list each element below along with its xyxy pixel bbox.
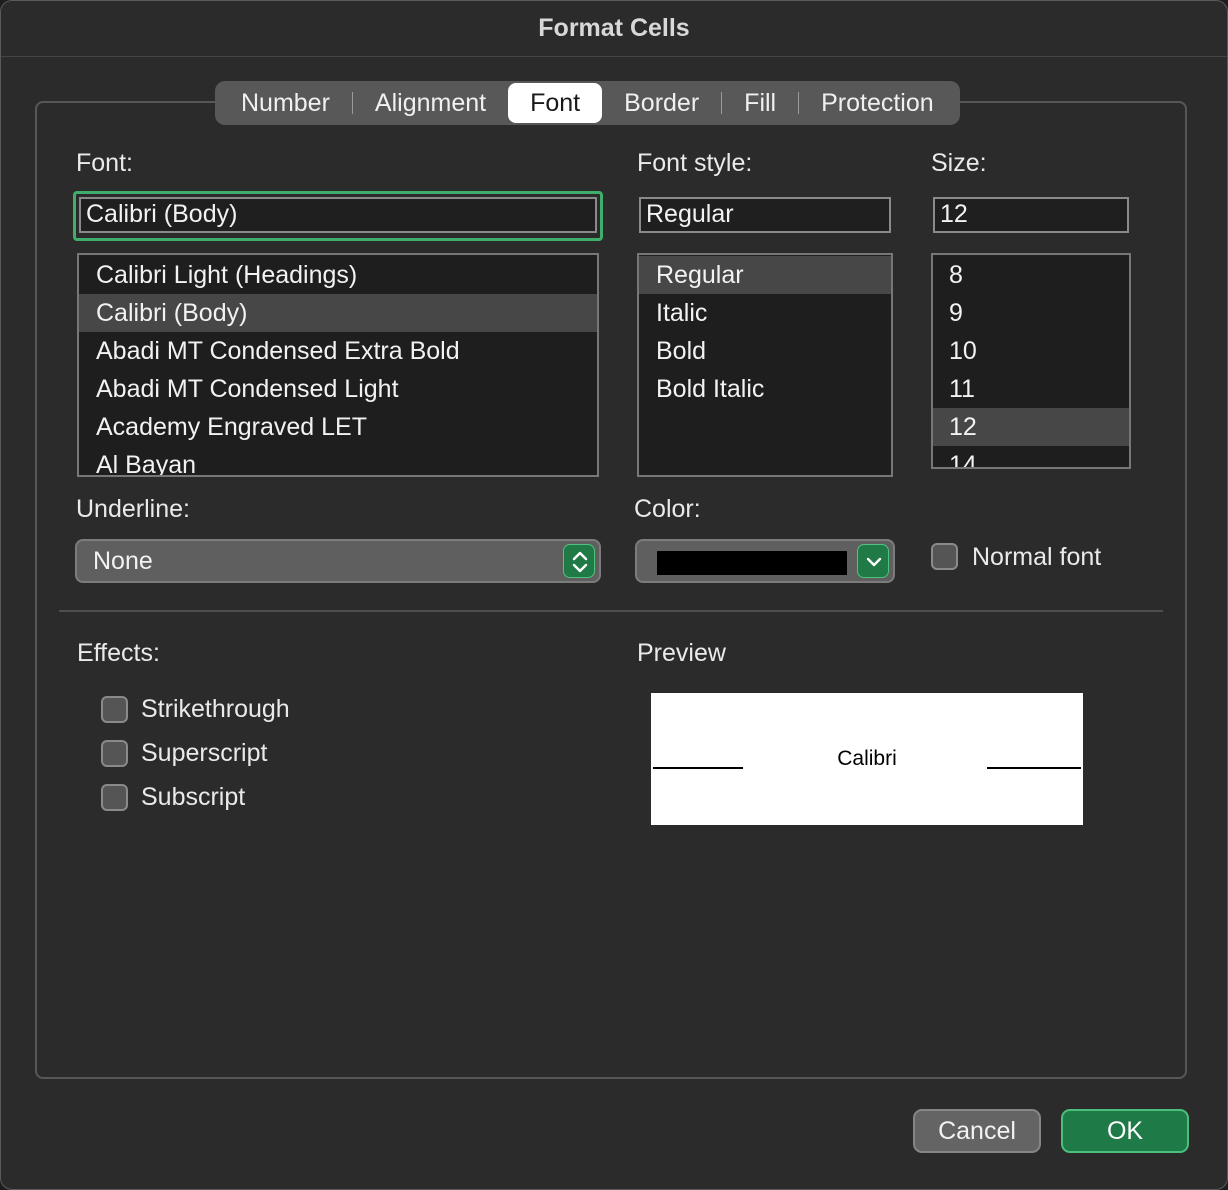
size-label: Size: xyxy=(931,149,987,177)
font-list-item[interactable]: Calibri Light (Headings) xyxy=(79,256,597,294)
underline-value: None xyxy=(93,547,153,575)
size-list-item[interactable]: 12 xyxy=(933,408,1129,446)
superscript-checkbox[interactable] xyxy=(101,740,128,767)
font-label: Font: xyxy=(76,149,133,177)
up-down-chevron-icon xyxy=(563,544,595,578)
underline-popup[interactable]: None xyxy=(75,539,601,583)
color-label: Color: xyxy=(634,495,701,523)
color-swatch xyxy=(657,551,847,575)
font-style-input[interactable]: Regular xyxy=(639,197,891,233)
font-style-list-item[interactable]: Bold xyxy=(639,332,891,370)
font-style-list[interactable]: Regular Italic Bold Bold Italic xyxy=(637,253,893,477)
font-name-input[interactable]: Calibri (Body) xyxy=(79,197,597,233)
strikethrough-checkbox[interactable] xyxy=(101,696,128,723)
tab-fill[interactable]: Fill xyxy=(722,83,798,123)
tab-border[interactable]: Border xyxy=(602,83,721,123)
font-list[interactable]: Calibri Light (Headings) Calibri (Body) … xyxy=(77,253,599,477)
font-style-label: Font style: xyxy=(637,149,753,177)
subscript-checkbox[interactable] xyxy=(101,784,128,811)
color-popup[interactable] xyxy=(635,539,895,583)
normal-font-label: Normal font xyxy=(972,543,1102,571)
effects-label: Effects: xyxy=(77,639,160,667)
size-list[interactable]: 8 9 10 11 12 14 xyxy=(931,253,1131,469)
font-style-list-item[interactable]: Italic xyxy=(639,294,891,332)
tab-protection[interactable]: Protection xyxy=(799,83,956,123)
subscript-label: Subscript xyxy=(141,783,246,811)
ok-button[interactable]: OK xyxy=(1061,1109,1189,1153)
preview-box: Calibri xyxy=(651,693,1083,825)
strikethrough-label: Strikethrough xyxy=(141,695,290,723)
font-list-item[interactable]: Academy Engraved LET xyxy=(79,408,597,446)
format-cells-dialog: Format Cells Number Alignment Font Borde… xyxy=(0,0,1228,1190)
dialog-title: Format Cells xyxy=(1,1,1227,57)
superscript-label: Superscript xyxy=(141,739,268,767)
tab-alignment[interactable]: Alignment xyxy=(353,83,508,123)
size-list-item[interactable]: 8 xyxy=(933,256,1129,294)
preview-baseline-right xyxy=(987,767,1081,769)
cancel-button[interactable]: Cancel xyxy=(913,1109,1041,1153)
size-list-item[interactable]: 14 xyxy=(933,446,1129,467)
font-list-item[interactable]: Abadi MT Condensed Extra Bold xyxy=(79,332,597,370)
size-list-item[interactable]: 11 xyxy=(933,370,1129,408)
section-divider xyxy=(59,610,1163,612)
size-input[interactable]: 12 xyxy=(933,197,1129,233)
tab-bar: Number Alignment Font Border Fill Protec… xyxy=(215,81,960,125)
tab-font[interactable]: Font xyxy=(508,83,603,123)
size-list-item[interactable]: 10 xyxy=(933,332,1129,370)
size-list-item[interactable]: 9 xyxy=(933,294,1129,332)
normal-font-checkbox[interactable] xyxy=(931,543,958,570)
font-tab-panel xyxy=(35,101,1187,1079)
font-style-list-item[interactable]: Regular xyxy=(639,256,891,294)
font-list-item[interactable]: Abadi MT Condensed Light xyxy=(79,370,597,408)
tab-number[interactable]: Number xyxy=(219,83,352,123)
font-list-item[interactable]: Al Bayan xyxy=(79,446,597,475)
font-style-list-item[interactable]: Bold Italic xyxy=(639,370,891,408)
font-list-item[interactable]: Calibri (Body) xyxy=(79,294,597,332)
chevron-down-icon xyxy=(857,544,889,578)
underline-label: Underline: xyxy=(76,495,190,523)
preview-label: Preview xyxy=(637,639,726,667)
